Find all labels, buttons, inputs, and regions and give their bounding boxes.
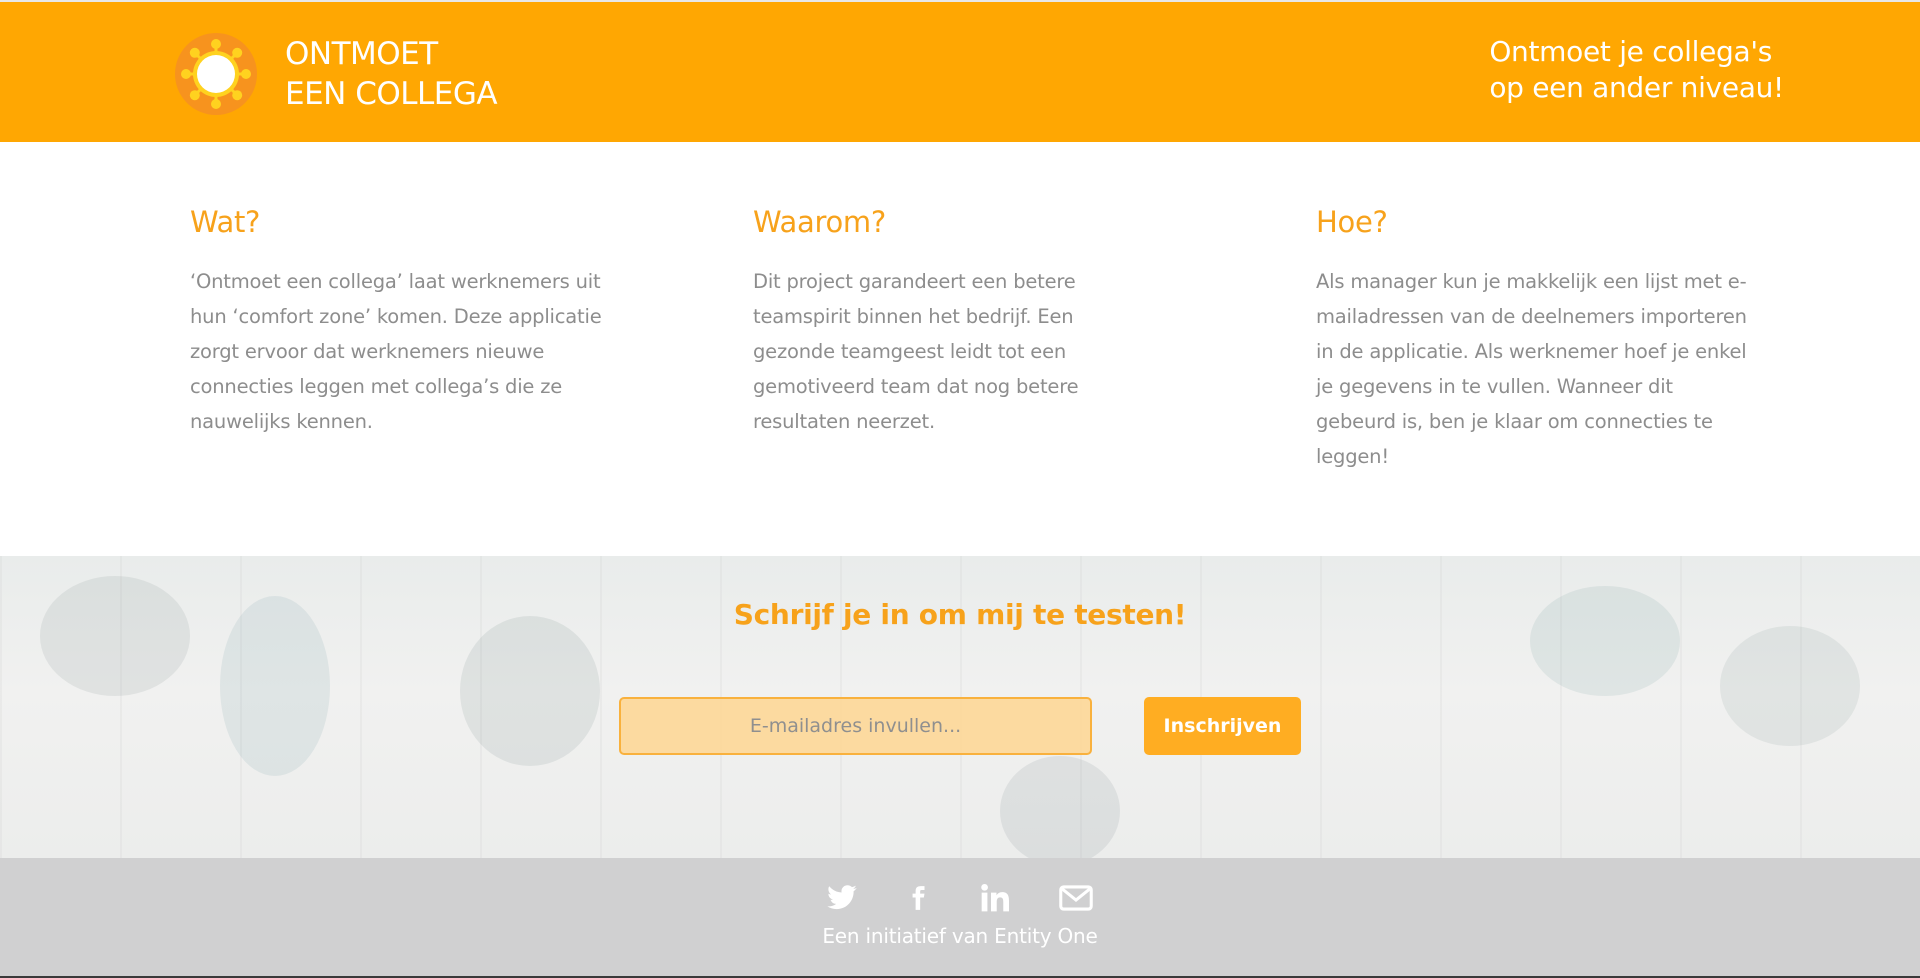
sun-logo-icon[interactable]: [174, 32, 258, 116]
header-tagline: Ontmoet je collega's op een ander niveau…: [1489, 34, 1784, 106]
twitter-icon[interactable]: [826, 880, 858, 916]
background-photo: [460, 616, 600, 766]
logo-line-1: ONTMOET: [285, 36, 438, 72]
logo-text[interactable]: ONTMOET EEN COLLEGA: [285, 34, 498, 114]
signup-section: Schrijf je in om mij te testen! Inschrij…: [0, 556, 1920, 858]
email-input[interactable]: [619, 697, 1092, 755]
column-text: ‘Ontmoet een collega’ laat werknemers ui…: [190, 270, 602, 433]
signup-title: Schrijf je in om mij te testen!: [733, 598, 1187, 631]
info-section: Wat? ‘Ontmoet een collega’ laat werkneme…: [0, 142, 1920, 556]
logo-line-2: EEN COLLEGA: [285, 76, 498, 112]
subscribe-button[interactable]: Inschrijven: [1144, 697, 1301, 755]
tagline-line-2: op een ander niveau!: [1489, 71, 1784, 104]
tagline-line-1: Ontmoet je collega's: [1489, 35, 1773, 68]
background-photo: [40, 576, 190, 696]
facebook-icon[interactable]: [905, 880, 931, 916]
site-header: ONTMOET EEN COLLEGA Ontmoet je collega's…: [0, 0, 1920, 142]
linkedin-icon[interactable]: [979, 880, 1011, 916]
background-photo: [1720, 626, 1860, 746]
info-column-hoe: Hoe? Als manager kun je makkelijk een li…: [1316, 204, 1756, 474]
column-title: Waarom?: [753, 205, 886, 239]
info-column-waarom: Waarom? Dit project garandeert een beter…: [753, 204, 1133, 439]
footer-credit: Een initiatief van Entity One: [822, 924, 1098, 948]
background-photo: [1000, 756, 1120, 858]
site-footer: Een initiatief van Entity One: [0, 858, 1920, 978]
mail-icon[interactable]: [1058, 880, 1094, 916]
column-title: Wat?: [190, 205, 261, 239]
column-text: Als manager kun je makkelijk een lijst m…: [1316, 270, 1747, 468]
info-column-wat: Wat? ‘Ontmoet een collega’ laat werkneme…: [190, 204, 620, 439]
column-text: Dit project garandeert een betere teamsp…: [753, 270, 1079, 433]
column-title: Hoe?: [1316, 205, 1388, 239]
social-links: [0, 880, 1920, 920]
